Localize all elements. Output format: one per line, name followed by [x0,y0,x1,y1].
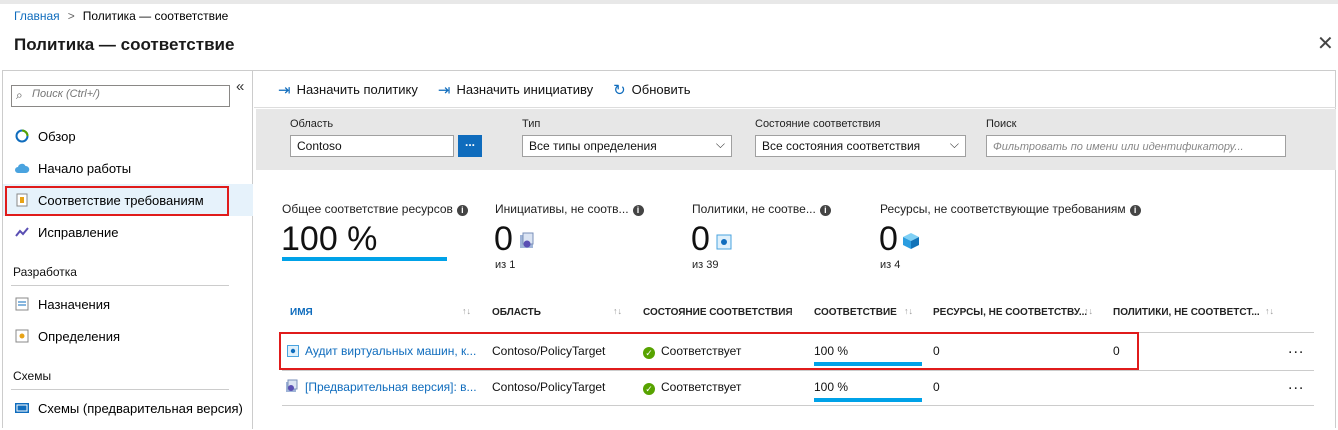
column-header-policies[interactable]: ПОЛИТИКИ, НЕ СООТВЕТСТ... [1113,307,1260,318]
cloud-icon [13,159,31,177]
policies-total: из 39 [692,259,719,271]
row-state: ✓ Соответствует [643,380,741,395]
remediation-icon [13,223,31,241]
info-icon[interactable]: i [1129,205,1141,216]
sidebar-item-definitions[interactable]: Определения [3,320,253,352]
search-icon: ⌕ [16,88,23,102]
divider [282,370,1314,371]
column-header-compliance[interactable]: СООТВЕТСТВИЕ [814,307,897,318]
assign-icon: ⇥ [437,81,451,99]
overall-compliance-value: 100 % [281,220,378,258]
column-header-resources[interactable]: РЕСУРСЫ, НЕ СООТВЕТСТВУ... [933,307,1087,318]
more-actions-button[interactable]: ... [1288,340,1304,358]
initiatives-value: 0 [494,220,513,258]
sidebar-item-blueprints[interactable]: Схемы (предварительная версия) [3,392,253,424]
info-icon[interactable]: i [456,205,468,216]
resources-total: из 4 [880,259,901,271]
section-blueprints: Схемы [13,369,52,383]
sidebar-item-compliance[interactable]: Соответствие требованиям [3,184,253,216]
sidebar-item-getting-started[interactable]: Начало работы [3,152,253,184]
sort-icon[interactable]: ↑↓ [1084,306,1093,316]
row-compliance-bar [814,398,922,402]
toolbar: ⇥ Назначить политику ⇥ Назначить инициат… [254,72,1336,108]
definitions-icon [13,327,31,345]
sort-icon[interactable]: ↑↓ [904,306,913,316]
divider [11,285,229,286]
assign-initiative-button[interactable]: ⇥ Назначить инициативу [438,81,593,99]
sort-icon[interactable]: ↑↓ [1265,306,1274,316]
sidebar-item-label: Начало работы [38,160,132,176]
row-compliance: 100 % [814,380,849,394]
cube-icon [902,232,920,253]
breadcrumb-current: Политика — соответствие [82,9,229,23]
assignments-icon [13,295,31,313]
page-title: Политика — соответствие [14,35,235,54]
info-icon[interactable]: i [819,205,831,216]
section-development: Разработка [13,265,77,279]
sidebar-item-assignments[interactable]: Назначения [3,288,253,320]
check-icon: ✓ [643,383,655,395]
divider [11,389,229,390]
sidebar-item-label: Схемы (предварительная версия) [38,400,243,416]
type-label: Тип [522,118,541,130]
search-label: Поиск [986,118,1017,130]
state-select[interactable]: Все состояния соответствия ⌵ [755,135,966,157]
info-icon[interactable]: i [632,205,644,216]
sidebar-item-label: Определения [38,328,121,344]
close-icon[interactable]: ✕ [1317,31,1334,56]
resources-value: 0 [879,220,898,258]
column-header-state[interactable]: СОСТОЯНИЕ СООТВЕТСТВИЯ [643,307,793,318]
resources-label: Ресурсы, не соответствующие требованиям i [880,202,1141,216]
overview-icon [13,127,31,145]
divider [282,405,1314,406]
refresh-icon: ↻ [613,81,626,99]
chevron-down-icon: ⌵ [715,137,725,151]
sort-icon[interactable]: ↑↓ [462,306,471,316]
sidebar-search-input[interactable] [32,88,222,100]
type-select[interactable]: Все типы определения ⌵ [522,135,732,157]
overall-compliance-bar [282,257,447,261]
policies-value: 0 [691,220,710,258]
column-header-name[interactable]: ИМЯ [290,307,313,318]
overall-compliance-label: Общее соответствие ресурсов i [282,202,468,216]
sidebar-item-overview[interactable]: Обзор [3,120,253,152]
scope-field[interactable]: Contoso [290,135,454,157]
blueprints-icon [13,399,31,417]
sidebar-item-label: Назначения [38,296,111,312]
policies-label: Политики, не соотве... i [692,202,831,216]
row-highlight [279,332,1139,370]
collapse-sidebar-icon[interactable]: « [236,78,244,95]
sidebar-search[interactable]: ⌕ [11,85,230,107]
initiative-icon [518,232,536,253]
sidebar-item-remediation[interactable]: Исправление [3,216,253,248]
row-scope: Contoso/PolicyTarget [492,380,606,394]
row-name-link[interactable]: [Предварительная версия]: в... [305,380,477,394]
sidebar-item-label: Исправление [38,224,119,240]
scope-picker-button[interactable]: ... [458,135,482,157]
breadcrumb-home-link[interactable]: Главная [14,9,60,23]
assign-policy-button[interactable]: ⇥ Назначить политику [278,81,418,99]
breadcrumb: Главная > Политика — соответствие [0,0,1338,26]
sidebar-item-label: Обзор [38,128,76,144]
scope-label: Область [290,118,334,130]
filter-search-input[interactable]: Фильтровать по имени или идентификатору.… [986,135,1286,157]
row-resources: 0 [933,380,940,394]
column-header-scope[interactable]: ОБЛАСТЬ [492,307,541,318]
sort-icon[interactable]: ↑↓ [613,306,622,316]
policy-icon [716,234,732,253]
initiatives-total: из 1 [495,259,516,271]
assign-icon: ⇥ [278,81,291,99]
chevron-right-icon: > [67,9,75,23]
refresh-button[interactable]: ↻ Обновить [613,81,690,99]
more-actions-button[interactable]: ... [1288,376,1304,394]
initiatives-label: Инициативы, не соотв... i [495,202,644,216]
chevron-down-icon: ⌵ [949,137,959,151]
sort-icon[interactable]: ↑↓ [784,306,793,316]
state-label: Состояние соответствия [755,118,881,130]
initiative-icon [285,379,299,396]
